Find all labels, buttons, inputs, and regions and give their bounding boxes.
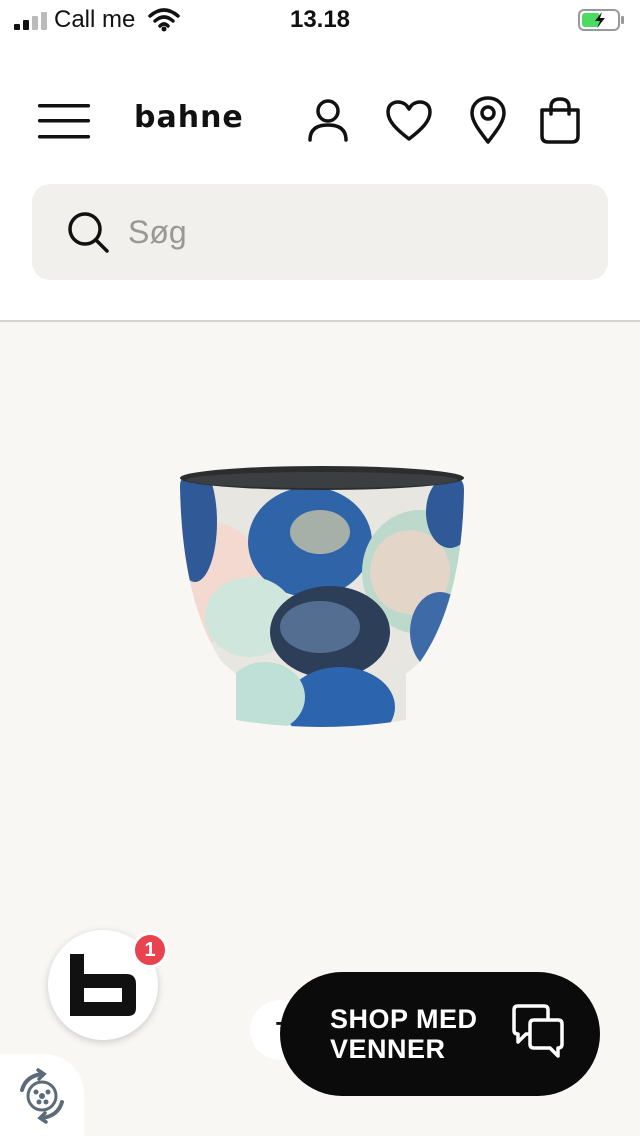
accessibility-widget-button[interactable] [0,1054,84,1136]
search-icon [68,212,109,253]
shop-with-friends-label: SHOP MED VENNER [330,1004,478,1064]
shop-with-friends-button[interactable]: SHOP MED VENNER [280,972,600,1096]
account-icon[interactable] [306,98,350,142]
ceramic-pot-image[interactable] [170,462,470,732]
search-bar[interactable] [32,184,608,280]
bahne-logo[interactable]: bahne [134,100,244,135]
battery-charging-icon [578,9,624,31]
clock: 13.18 [289,6,351,33]
wishlist-heart-icon[interactable] [386,100,432,142]
accessibility-recycle-icon [20,1068,64,1124]
chat-bubbles-icon [512,1004,564,1058]
status-bar: Call me 13.18 [0,0,640,40]
shopping-bag-icon[interactable] [538,96,582,144]
store-locator-icon[interactable] [470,96,506,144]
search-input[interactable] [128,208,568,256]
menu-icon[interactable] [38,102,90,140]
notification-badge: 1 [132,932,168,968]
site-header [0,80,640,164]
